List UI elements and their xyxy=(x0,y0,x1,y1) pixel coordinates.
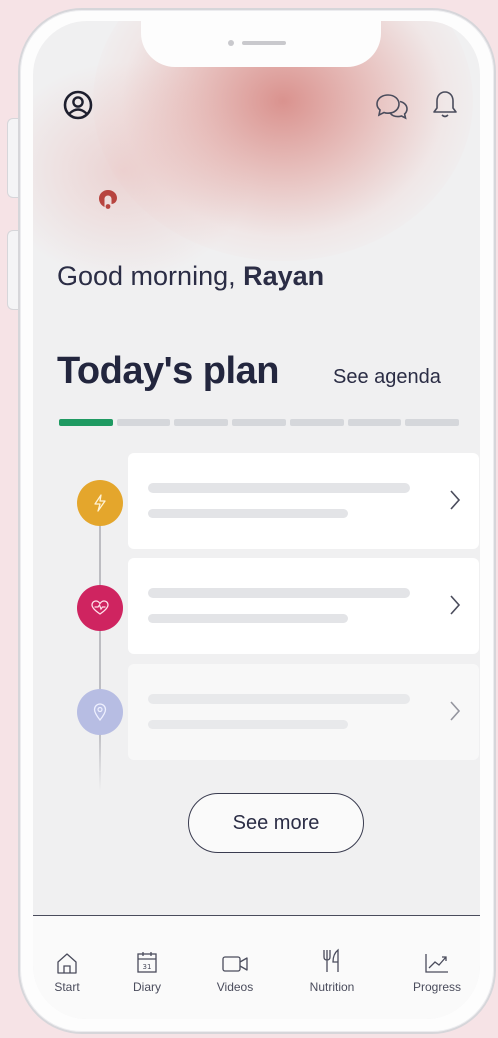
calendar-icon: 31 xyxy=(107,944,187,974)
progress-segment xyxy=(289,419,344,426)
plan-item-card[interactable] xyxy=(128,664,479,760)
lightning-icon xyxy=(77,480,123,526)
placeholder-line xyxy=(148,588,410,598)
plan-item-card[interactable] xyxy=(128,453,479,549)
progress-segment xyxy=(232,419,286,426)
placeholder-line xyxy=(148,694,410,704)
timeline-line xyxy=(99,491,101,791)
see-more-button[interactable]: See more xyxy=(188,793,364,853)
calendar-icon-date: 31 xyxy=(143,963,152,971)
speaker-bar xyxy=(242,41,286,45)
plan-item-card[interactable] xyxy=(128,558,479,654)
page-title: Today's plan xyxy=(57,350,279,392)
greeting-prefix: Good morning, xyxy=(57,261,236,291)
home-icon xyxy=(33,944,107,974)
heart-pulse-icon xyxy=(77,585,123,631)
trend-chart-icon xyxy=(397,944,477,974)
user-circle-icon[interactable] xyxy=(63,90,93,120)
chevron-right-icon xyxy=(449,700,461,727)
chevron-right-icon xyxy=(449,594,461,621)
progress-segment xyxy=(116,419,171,426)
greeting-text: Good morning, Rayan xyxy=(57,261,324,292)
tab-start[interactable]: Start xyxy=(33,944,107,994)
placeholder-line xyxy=(148,483,410,493)
placeholder-line xyxy=(148,720,348,729)
chevron-right-icon xyxy=(449,489,461,516)
tab-progress[interactable]: Progress xyxy=(397,944,477,994)
phone-notch xyxy=(141,21,381,67)
tab-label: Progress xyxy=(412,980,462,994)
location-pin-icon xyxy=(77,689,123,735)
tab-diary[interactable]: 31 Diary xyxy=(107,944,187,994)
app-screen: Good morning, Rayan Today's plan See age… xyxy=(33,21,480,1019)
brand-logo-icon xyxy=(97,188,119,210)
progress-segment xyxy=(59,419,113,426)
tab-videos[interactable]: Videos xyxy=(195,944,275,994)
tab-label: Nutrition xyxy=(309,980,355,994)
placeholder-line xyxy=(148,614,348,623)
video-camera-icon xyxy=(195,944,275,974)
progress-segment xyxy=(405,419,460,426)
tab-label: Start xyxy=(54,980,80,994)
tab-nutrition[interactable]: Nutrition xyxy=(292,944,372,994)
tab-label: Diary xyxy=(132,980,161,994)
plan-progress-bar xyxy=(59,419,460,427)
chat-bubbles-icon[interactable] xyxy=(375,91,409,121)
user-name: Rayan xyxy=(243,261,325,291)
placeholder-line xyxy=(148,509,348,518)
phone-frame: Good morning, Rayan Today's plan See age… xyxy=(18,8,496,1034)
fork-knife-icon xyxy=(292,944,372,974)
tab-label: Videos xyxy=(216,980,254,994)
progress-segment xyxy=(174,419,229,426)
bottom-tab-bar: Start 31 Diary Videos Nutrition Progress xyxy=(33,915,480,1019)
camera-dot xyxy=(228,40,234,46)
progress-segment xyxy=(347,419,402,426)
see-agenda-link[interactable]: See agenda xyxy=(333,366,441,389)
bell-icon[interactable] xyxy=(431,89,459,119)
